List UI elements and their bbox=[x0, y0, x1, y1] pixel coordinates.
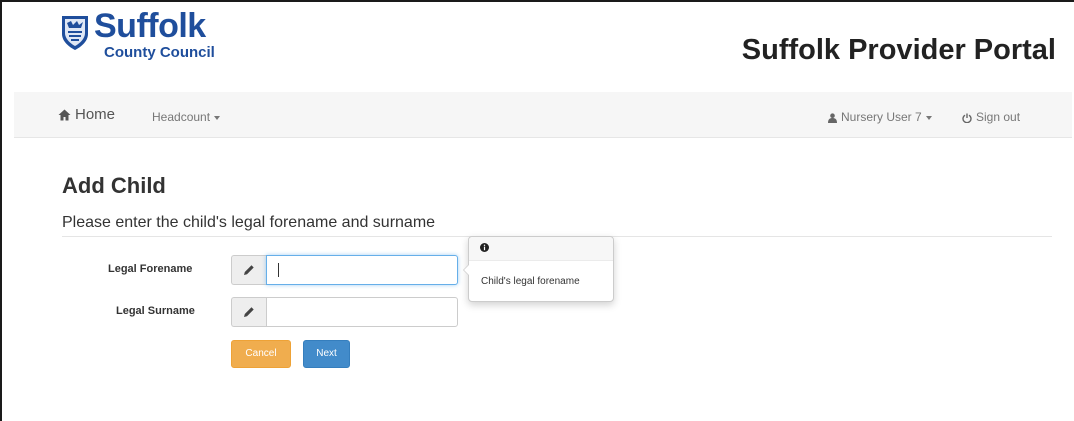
chevron-down-icon bbox=[925, 115, 932, 120]
brand-name: Suffolk bbox=[94, 7, 206, 45]
council-crest-icon bbox=[62, 16, 88, 50]
pencil-icon bbox=[244, 307, 254, 317]
form-instructions: Please enter the child's legal forename … bbox=[62, 214, 436, 231]
text-caret bbox=[278, 263, 279, 277]
nav-home-link[interactable]: Home bbox=[58, 106, 115, 124]
popover-arrow bbox=[463, 264, 469, 276]
nav-signout-label: Sign out bbox=[976, 110, 1021, 124]
nav-user-dropdown[interactable]: Nursery User 7 bbox=[828, 108, 932, 126]
cancel-button[interactable]: Cancel bbox=[231, 340, 291, 368]
nav-home-label: Home bbox=[75, 106, 116, 123]
surname-addon bbox=[231, 297, 266, 327]
nav-headcount-dropdown[interactable]: Headcount bbox=[152, 108, 221, 126]
page-title: Add Child bbox=[62, 173, 166, 198]
legal-surname-label: Legal Surname bbox=[116, 305, 195, 317]
site-header: Suffolk County Council Suffolk Provider … bbox=[14, 2, 1072, 90]
pencil-icon bbox=[244, 265, 254, 275]
brand-subtitle: County Council bbox=[104, 44, 215, 61]
nav-signout-link[interactable]: Sign out bbox=[962, 108, 1020, 126]
forename-help-popover: Child's legal forename bbox=[463, 236, 614, 302]
nav-headcount-label: Headcount bbox=[152, 110, 211, 124]
popover-text: Child's legal forename bbox=[481, 276, 580, 287]
popover-header bbox=[469, 237, 613, 261]
portal-title: Suffolk Provider Portal bbox=[741, 34, 1056, 66]
info-icon bbox=[480, 243, 489, 252]
top-navbar: Home Headcount Nursery User 7 Sign out bbox=[14, 92, 1072, 138]
next-button[interactable]: Next bbox=[303, 340, 350, 368]
legal-forename-input[interactable] bbox=[266, 255, 458, 285]
chevron-down-icon bbox=[214, 115, 221, 120]
legal-surname-input[interactable] bbox=[266, 297, 458, 327]
council-logo[interactable]: Suffolk County Council bbox=[60, 7, 240, 70]
legal-forename-label: Legal Forename bbox=[108, 263, 193, 275]
user-icon bbox=[828, 113, 837, 123]
power-icon bbox=[962, 113, 972, 123]
home-icon bbox=[58, 109, 71, 121]
forename-addon bbox=[231, 255, 266, 285]
nav-user-label: Nursery User 7 bbox=[841, 110, 922, 124]
